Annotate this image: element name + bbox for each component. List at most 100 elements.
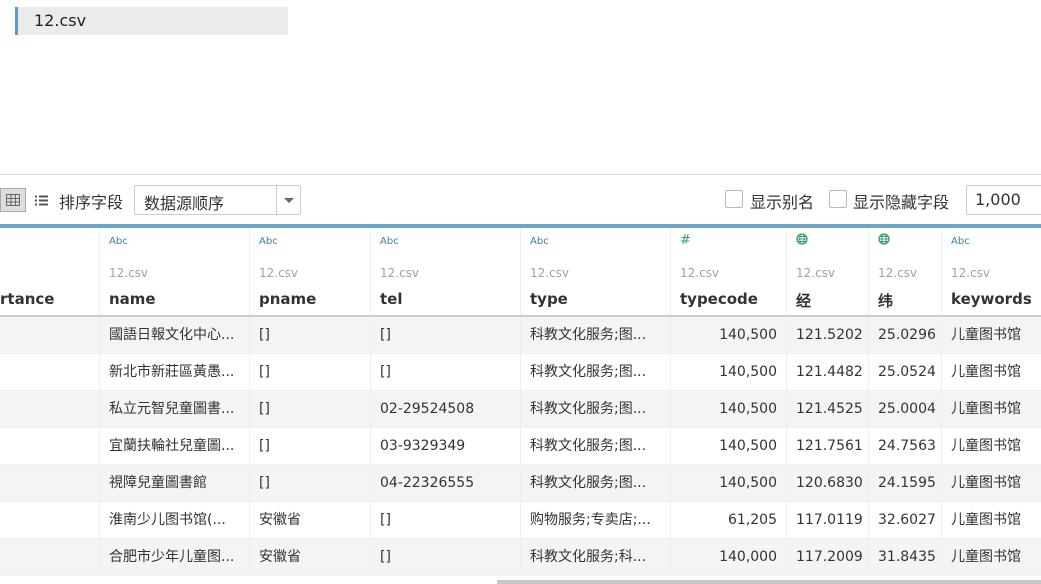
table-cell: 宜蘭扶輪社兒童圖... xyxy=(99,428,249,464)
table-row[interactable]: 合肥市少年儿童图... 安徽省[] 科教文化服务;科... 140,000 117.20… xyxy=(0,539,1041,576)
column-name: keywords xyxy=(951,290,1032,308)
table-cell: 儿童图书馆 xyxy=(941,502,1041,538)
table-cell: 25.0296 xyxy=(868,317,941,353)
horizontal-scrollbar[interactable] xyxy=(497,580,1041,584)
string-type-icon: Abc xyxy=(530,236,549,247)
sort-field-label: 排序字段 xyxy=(59,193,124,212)
column-source: 12.csv xyxy=(796,266,836,280)
table-cell: 140,500 xyxy=(670,465,786,501)
column-name: name xyxy=(109,290,156,308)
column-source: 12.csv xyxy=(680,266,720,280)
table-cell: 121.5202 xyxy=(786,317,868,353)
table-cell: 安徽省 xyxy=(249,539,370,575)
column-source: 12.csv xyxy=(259,266,299,280)
file-tab[interactable]: 12.csv xyxy=(15,7,288,35)
show-alias-checkbox[interactable] xyxy=(725,190,743,208)
table-cell: 新北市新莊區黃愚... xyxy=(99,354,249,390)
string-type-icon: Abc xyxy=(380,236,399,247)
table-cell: 24.7563 xyxy=(868,428,941,464)
table-row[interactable]: 宜蘭扶輪社兒童圖...[] 03-9329349 科教文化服务;图... 140,50… xyxy=(0,428,1041,465)
table-cell: 科教文化服务;图... xyxy=(520,317,670,353)
column-name: rtance xyxy=(0,290,55,308)
table-cell: [] xyxy=(370,539,520,575)
table-cell: 儿童图书馆 xyxy=(941,539,1041,575)
column-header-col7[interactable]: 12.csv 纬 xyxy=(868,228,941,315)
table-row[interactable]: 新北市新莊區黃愚...[][] 科教文化服务;图... 140,500 121.448… xyxy=(0,354,1041,391)
show-hidden-fields-label: 显示隐藏字段 xyxy=(853,193,950,212)
column-header-importance[interactable]: rtance xyxy=(0,228,99,315)
table-cell xyxy=(0,539,99,575)
table-row[interactable]: 淮南少儿图书馆(... 安徽省[] 购物服务;专卖店;... 61,205 117.01… xyxy=(0,502,1041,539)
column-header-col5[interactable]: #12.csv typecode xyxy=(670,228,786,315)
column-header-col8[interactable]: Abc 12.csv keywords xyxy=(941,228,1041,315)
string-type-icon: Abc xyxy=(259,236,278,247)
table-header: rtance Abc 12.csv name Abc 12.csv pname Abc 12.c… xyxy=(0,224,1041,317)
table-cell: 私立元智兒童圖書... xyxy=(99,391,249,427)
table-cell: 24.1595 xyxy=(868,465,941,501)
table-cell: 117.0119 xyxy=(786,502,868,538)
table-cell: 合肥市少年儿童图... xyxy=(99,539,249,575)
sort-field-select[interactable]: 数据源顺序 xyxy=(134,185,301,215)
row-count-input[interactable]: 1,000 xyxy=(966,185,1041,215)
column-name: pname xyxy=(259,290,317,308)
table-cell: 03-9329349 xyxy=(370,428,520,464)
table-cell: 儿童图书馆 xyxy=(941,354,1041,390)
table-cell: 儿童图书馆 xyxy=(941,391,1041,427)
column-header-col6[interactable]: 12.csv 经 xyxy=(786,228,868,315)
column-source: 12.csv xyxy=(380,266,420,280)
column-source: 12.csv xyxy=(951,266,991,280)
table-cell: 國語日報文化中心... xyxy=(99,317,249,353)
table-cell: 121.4482 xyxy=(786,354,868,390)
column-header-col4[interactable]: Abc 12.csv type xyxy=(520,228,670,315)
column-name: type xyxy=(530,290,568,308)
column-header-col1[interactable]: Abc 12.csv name xyxy=(99,228,249,315)
column-header-col2[interactable]: Abc 12.csv pname xyxy=(249,228,370,315)
show-alias-label: 显示别名 xyxy=(750,193,815,212)
table-cell: 140,500 xyxy=(670,391,786,427)
table-cell: 視障兒童圖書館 xyxy=(99,465,249,501)
table-cell xyxy=(0,391,99,427)
table-cell: [] xyxy=(249,465,370,501)
table-cell: 31.8435 xyxy=(868,539,941,575)
table-row[interactable]: 私立元智兒童圖書...[] 02-29524508 科教文化服务;图... 140,5… xyxy=(0,391,1041,428)
data-table: rtance Abc 12.csv name Abc 12.csv pname Abc 12.c… xyxy=(0,224,1041,576)
column-name: typecode xyxy=(680,290,758,308)
globe-icon xyxy=(878,233,890,249)
string-type-icon: Abc xyxy=(951,236,970,247)
table-cell: 140,500 xyxy=(670,354,786,390)
table-cell xyxy=(0,354,99,390)
table-cell: [] xyxy=(249,391,370,427)
table-cell: 121.4525 xyxy=(786,391,868,427)
table-cell: 117.2009 xyxy=(786,539,868,575)
table-cell: [] xyxy=(249,354,370,390)
table-cell: 32.6027 xyxy=(868,502,941,538)
number-type-icon: # xyxy=(680,233,691,248)
table-cell xyxy=(0,317,99,353)
list-icon xyxy=(34,195,48,205)
show-hidden-fields-checkbox[interactable] xyxy=(829,190,847,208)
list-view-button[interactable] xyxy=(32,188,50,212)
table-cell: [] xyxy=(370,502,520,538)
table-cell: 购物服务;专卖店;... xyxy=(520,502,670,538)
table-cell: 140,500 xyxy=(670,428,786,464)
column-header-col3[interactable]: Abc 12.csv tel xyxy=(370,228,520,315)
grid-view-button[interactable] xyxy=(0,188,26,212)
table-cell xyxy=(0,502,99,538)
table-row[interactable]: 國語日報文化中心...[][] 科教文化服务;图... 140,500 121.520… xyxy=(0,317,1041,354)
table-cell: 02-29524508 xyxy=(370,391,520,427)
table-cell: [] xyxy=(249,317,370,353)
sort-field-value: 数据源顺序 xyxy=(144,194,225,213)
table-cell: 科教文化服务;图... xyxy=(520,354,670,390)
table-cell: 04-22326555 xyxy=(370,465,520,501)
chevron-down-icon[interactable] xyxy=(276,186,300,214)
table-cell xyxy=(0,428,99,464)
column-name: 经 xyxy=(796,292,812,310)
table-cell: 儿童图书馆 xyxy=(941,465,1041,501)
table-cell: 科教文化服务;图... xyxy=(520,428,670,464)
table-cell: 25.0004 xyxy=(868,391,941,427)
column-source: 12.csv xyxy=(530,266,570,280)
column-name: tel xyxy=(380,290,403,308)
grid-icon xyxy=(6,194,20,206)
table-row[interactable]: 視障兒童圖書館[] 04-22326555 科教文化服务;图... 140,500 12… xyxy=(0,465,1041,502)
column-name: 纬 xyxy=(878,292,894,310)
